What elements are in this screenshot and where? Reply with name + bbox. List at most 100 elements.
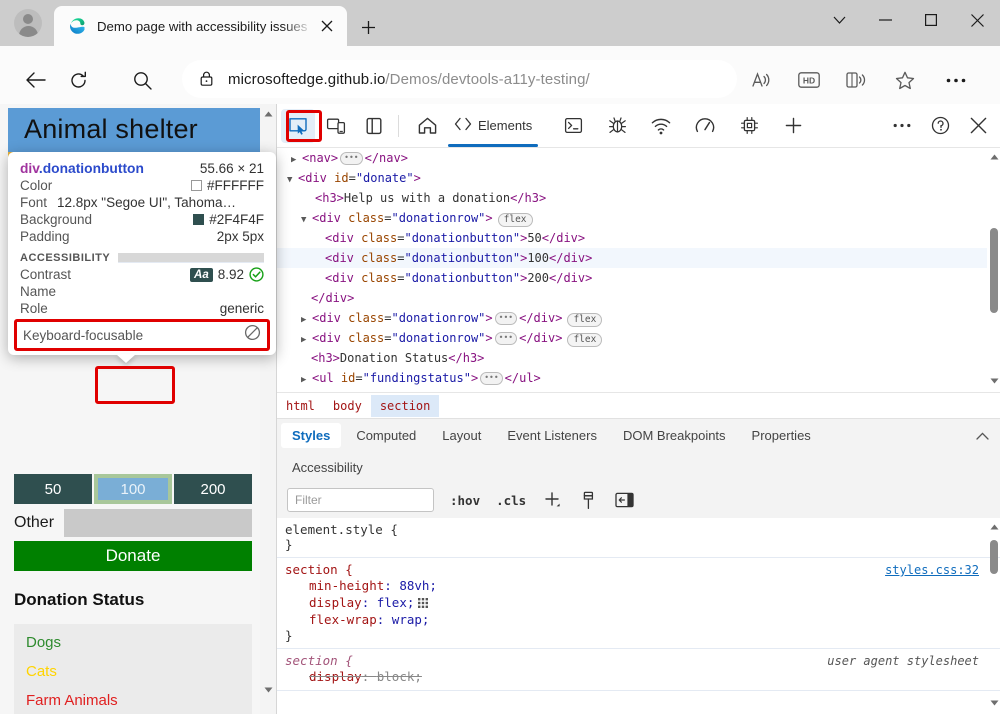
scroll-up-icon[interactable] [260,106,276,122]
devtools-close-icon[interactable] [961,109,995,143]
new-style-rule-plus-icon[interactable] [542,490,562,510]
collapse-caret-icon[interactable]: ▼ [287,170,298,190]
maximize-icon[interactable] [908,0,954,40]
css-declaration[interactable]: min-height: 88vh; [285,577,1000,594]
flex-badge[interactable]: flex [567,313,603,327]
scroll-down-icon[interactable] [260,682,276,698]
css-rule-selector[interactable]: section { [285,562,353,577]
browser-tab[interactable]: Demo page with accessibility issues [54,6,347,46]
tab-event-listeners[interactable]: Event Listeners [496,423,608,448]
donation-button-100[interactable]: 100 [94,474,172,504]
css-rules-list[interactable]: element.style { } section { styles.css:3… [277,518,1000,714]
dom-node-donationbutton-50[interactable]: <div class="donationbutton">50</div> [277,228,1000,248]
dom-node-donationrow-collapsed-b[interactable]: ▶ <div class="donationrow"> ••• </div> flex [277,328,1000,348]
collapsed-children-icon[interactable]: ••• [480,372,503,385]
donation-button-200[interactable]: 200 [174,474,252,504]
dom-node-h3-status[interactable]: <h3>Donation Status</h3> [277,348,1000,368]
scroll-up-icon[interactable] [987,520,1000,534]
tab-close-icon[interactable] [313,12,341,40]
css-value[interactable]: flex; [377,595,415,610]
tab-dom-breakpoints[interactable]: DOM Breakpoints [612,423,737,448]
performance-icon[interactable] [688,109,722,143]
element-state-brush-icon[interactable] [578,490,598,510]
scrollbar-thumb[interactable] [990,228,998,313]
console-icon[interactable] [556,109,590,143]
scroll-up-icon[interactable] [987,150,1000,164]
minimize-icon[interactable] [862,0,908,40]
hov-button[interactable]: :hov [450,493,480,508]
breadcrumb-item-section[interactable]: section [370,394,440,417]
css-property[interactable]: flex-wrap [309,612,377,627]
dom-node-ul-fundingstatus[interactable]: ▶ <ul id="fundingstatus"> ••• </ul> [277,368,1000,388]
tab-computed[interactable]: Computed [345,423,427,448]
tab-properties[interactable]: Properties [741,423,822,448]
expand-caret-icon[interactable]: ▶ [301,330,312,350]
css-declaration[interactable]: display: flex; [285,594,1000,611]
memory-chip-icon[interactable] [732,109,766,143]
css-rule-selector[interactable]: section { [285,653,353,668]
scrollbar-thumb[interactable] [990,540,998,574]
css-rule-element-style[interactable]: element.style { } [277,518,1000,558]
css-rule-selector[interactable]: element.style { [285,522,1000,537]
tab-styles[interactable]: Styles [281,423,342,448]
dom-node-donate[interactable]: ▼ <div id="donate"> [277,168,1000,188]
css-value[interactable]: block; [377,669,422,684]
css-property[interactable]: min-height [309,578,384,593]
new-tab-button[interactable] [352,12,384,42]
tab-elements[interactable]: Elements [444,105,542,147]
dom-tree-scrollbar[interactable] [987,148,1000,392]
collapsed-children-icon[interactable]: ••• [494,332,518,345]
dom-node-donationbutton-200[interactable]: <div class="donationbutton">200</div> [277,268,1000,288]
css-declaration[interactable]: flex-wrap: wrap; [285,611,1000,628]
reload-icon[interactable] [60,62,96,98]
breadcrumb-item-body[interactable]: body [324,395,371,417]
home-icon[interactable] [410,109,444,143]
tab-layout[interactable]: Layout [431,423,492,448]
dom-node-donationbutton-100[interactable]: <div class="donationbutton">100</div> [277,248,1000,268]
device-emulation-icon[interactable] [319,109,353,143]
dom-node-div-close[interactable]: </div> [277,288,1000,308]
address-bar[interactable]: microsoftedge.github.io/Demos/devtools-a… [182,60,737,98]
star-icon[interactable] [887,62,923,98]
other-amount-input[interactable] [64,509,252,537]
styles-filter-input[interactable]: Filter [287,488,434,512]
scroll-down-icon[interactable] [987,374,1000,388]
css-property[interactable]: display [309,669,362,684]
network-icon[interactable] [644,109,678,143]
css-rule-section[interactable]: section { styles.css:32 min-height: 88vh… [277,558,1000,649]
back-arrow-icon[interactable] [18,62,54,98]
collapsed-children-icon[interactable]: ••• [494,312,518,325]
browser-settings-ellipsis-icon[interactable] [938,62,974,98]
flex-badge[interactable]: flex [567,333,603,347]
expand-caret-icon[interactable]: ▶ [301,370,312,390]
chevron-up-icon[interactable] [976,427,989,445]
inspect-element-icon[interactable] [281,108,315,143]
devtools-more-options-icon[interactable] [885,109,919,143]
breadcrumb-item-html[interactable]: html [277,395,324,417]
donate-button[interactable]: Donate [14,541,252,571]
dock-side-icon[interactable] [357,109,391,143]
expand-caret-icon[interactable]: ▶ [291,150,302,170]
css-property[interactable]: display [309,595,362,610]
styles-scrollbar[interactable] [987,518,1000,714]
dom-tree[interactable]: ▶ <nav> ••• </nav> ▼ <div id="donate"> <h3>H… [277,148,1000,392]
toggle-pane-icon[interactable] [614,490,634,510]
scroll-down-icon[interactable] [987,696,1000,710]
css-declaration[interactable]: display: block; [285,668,1000,685]
flex-badge[interactable]: flex [497,213,533,227]
collapse-caret-icon[interactable]: ▼ [301,210,312,230]
dom-node-h3-help[interactable]: <h3>Help us with a donation</h3> [277,188,1000,208]
flex-editor-icon[interactable] [418,595,429,608]
hd-icon[interactable]: HD [791,62,827,98]
dom-node-donationrow-open[interactable]: ▼ <div class="donationrow"> flex [277,208,1000,228]
donation-button-50[interactable]: 50 [14,474,92,504]
cls-button[interactable]: .cls [496,493,526,508]
css-rule-user-agent[interactable]: section { user agent stylesheet display:… [277,649,1000,691]
immersive-reader-icon[interactable] [839,62,875,98]
css-value[interactable]: wrap; [392,612,430,627]
profile-button[interactable] [10,6,46,40]
read-aloud-icon[interactable] [743,62,779,98]
more-tools-plus-icon[interactable] [776,109,810,143]
chevron-down-icon[interactable] [816,0,862,40]
sources-bug-icon[interactable] [600,109,634,143]
